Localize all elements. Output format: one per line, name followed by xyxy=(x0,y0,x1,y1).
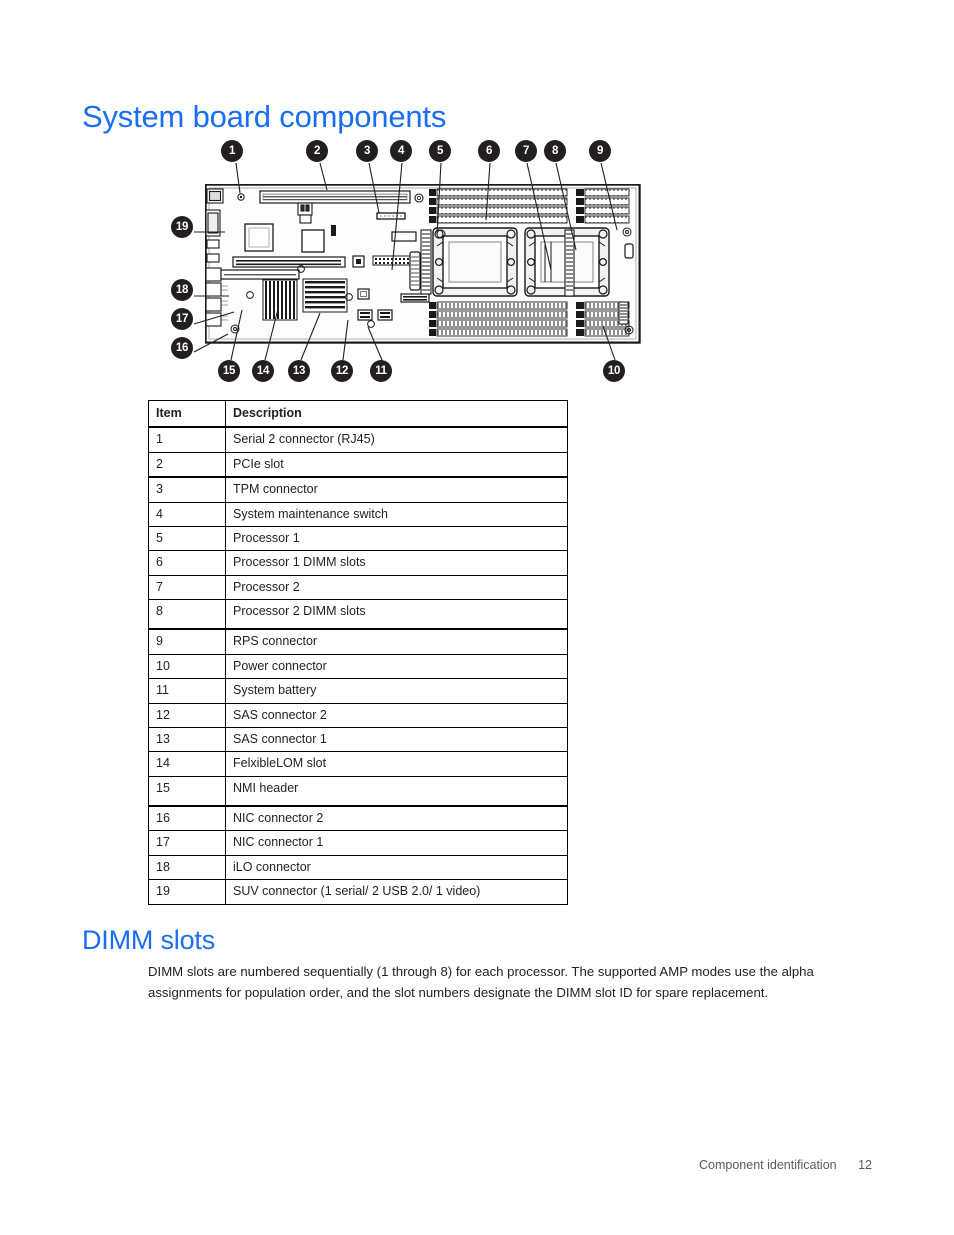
callout-marker-10: 10 xyxy=(603,360,625,382)
cell-description: Processor 2 xyxy=(225,574,568,601)
dimm-slots-paragraph: DIMM slots are numbered sequentially (1 … xyxy=(148,964,814,1001)
table-row: 5 Processor 1 xyxy=(148,525,568,552)
table-row: 12 SAS connector 2 xyxy=(148,702,568,728)
table-header-row: Item Description xyxy=(148,400,568,429)
table-row: 14 FelxibleLOM slot xyxy=(148,751,568,777)
cell-description: System battery xyxy=(225,678,568,704)
cell-description: Processor 2 DIMM slots xyxy=(225,599,568,631)
callout-marker-14: 14 xyxy=(252,360,274,382)
cell-item: 18 xyxy=(148,854,226,881)
column-header-item: Item xyxy=(148,400,226,429)
callout-marker-3: 3 xyxy=(356,140,378,162)
footer-chapter-label: Component identification xyxy=(699,1158,837,1172)
callout-marker-5: 5 xyxy=(429,140,451,162)
cell-item: 15 xyxy=(148,775,226,807)
cell-description: RPS connector xyxy=(225,628,568,655)
table-row: 7 Processor 2 xyxy=(148,574,568,601)
cell-item: 3 xyxy=(148,476,226,503)
table-row: 16 NIC connector 2 xyxy=(148,805,568,832)
callout-marker-11: 11 xyxy=(370,360,392,382)
table-row: 4 System maintenance switch xyxy=(148,501,568,527)
cell-description: NIC connector 1 xyxy=(225,830,568,856)
table-row: 13 SAS connector 1 xyxy=(148,726,568,753)
table-row: 17 NIC connector 1 xyxy=(148,830,568,856)
callout-marker-2: 2 xyxy=(306,140,328,162)
table-row: 11 System battery xyxy=(148,678,568,704)
cell-description: SAS connector 2 xyxy=(225,702,568,728)
table-row: 8 Processor 2 DIMM slots xyxy=(148,599,568,631)
cell-description: NMI header xyxy=(225,775,568,807)
column-header-description: Description xyxy=(225,400,568,429)
callout-marker-13: 13 xyxy=(288,360,310,382)
cell-description: System maintenance switch xyxy=(225,501,568,527)
cell-item: 10 xyxy=(148,653,226,680)
cell-item: 7 xyxy=(148,574,226,601)
table-row: 19 SUV connector (1 serial/ 2 USB 2.0/ 1 … xyxy=(148,879,568,905)
table-row: 15 NMI header xyxy=(148,775,568,807)
callout-marker-7: 7 xyxy=(515,140,537,162)
system-board-figure: 1 2 3 4 5 6 7 8 9 10 11 12 13 14 15 16 17 18 19 xyxy=(0,130,954,395)
table-row: 3 TPM connector xyxy=(148,476,568,503)
callout-marker-16: 16 xyxy=(171,337,193,359)
cell-description: TPM connector xyxy=(225,476,568,503)
cell-item: 5 xyxy=(148,525,226,552)
cell-description: iLO connector xyxy=(225,854,568,881)
callout-marker-8: 8 xyxy=(544,140,566,162)
cell-description: SAS connector 1 xyxy=(225,726,568,753)
callout-marker-18: 18 xyxy=(171,279,193,301)
table-row: 6 Processor 1 DIMM slots xyxy=(148,550,568,576)
cell-description: PCIe slot xyxy=(225,451,568,479)
dimm-slots-heading: DIMM slots xyxy=(82,925,216,956)
cell-item: 4 xyxy=(148,501,226,527)
cell-item: 8 xyxy=(148,599,226,631)
cell-item: 14 xyxy=(148,751,226,777)
table-row: 2 PCIe slot xyxy=(148,451,568,479)
callout-marker-1: 1 xyxy=(221,140,243,162)
cell-item: 19 xyxy=(148,879,226,905)
cell-item: 9 xyxy=(148,628,226,655)
table-row: 1 Serial 2 connector (RJ45) xyxy=(148,426,568,453)
cell-item: 2 xyxy=(148,451,226,479)
cell-item: 13 xyxy=(148,726,226,753)
cell-description: Processor 1 DIMM slots xyxy=(225,550,568,576)
cell-description: Processor 1 xyxy=(225,525,568,552)
cell-item: 17 xyxy=(148,830,226,856)
table-row: 9 RPS connector xyxy=(148,628,568,655)
callout-marker-17: 17 xyxy=(171,308,193,330)
table-row: 10 Power connector xyxy=(148,653,568,680)
callout-marker-12: 12 xyxy=(331,360,353,382)
cell-description: Serial 2 connector (RJ45) xyxy=(225,426,568,453)
cell-description: SUV connector (1 serial/ 2 USB 2.0/ 1 vi… xyxy=(225,879,568,905)
callout-marker-19: 19 xyxy=(171,216,193,238)
page-footer: Component identification 12 xyxy=(0,1158,872,1172)
cell-description: NIC connector 2 xyxy=(225,805,568,832)
table-row: 18 iLO connector xyxy=(148,854,568,881)
cell-item: 12 xyxy=(148,702,226,728)
components-table: Item Description 1 Serial 2 connector (RJ… xyxy=(148,400,568,905)
callout-marker-4: 4 xyxy=(390,140,412,162)
callout-marker-15: 15 xyxy=(218,360,240,382)
cell-item: 11 xyxy=(148,678,226,704)
callout-marker-6: 6 xyxy=(478,140,500,162)
cell-description: Power connector xyxy=(225,653,568,680)
cell-item: 16 xyxy=(148,805,226,832)
cell-item: 6 xyxy=(148,550,226,576)
cell-description: FelxibleLOM slot xyxy=(225,751,568,777)
footer-page-number: 12 xyxy=(858,1158,872,1172)
callout-marker-9: 9 xyxy=(589,140,611,162)
cell-item: 1 xyxy=(148,426,226,453)
callout-leader-lines xyxy=(193,162,618,361)
